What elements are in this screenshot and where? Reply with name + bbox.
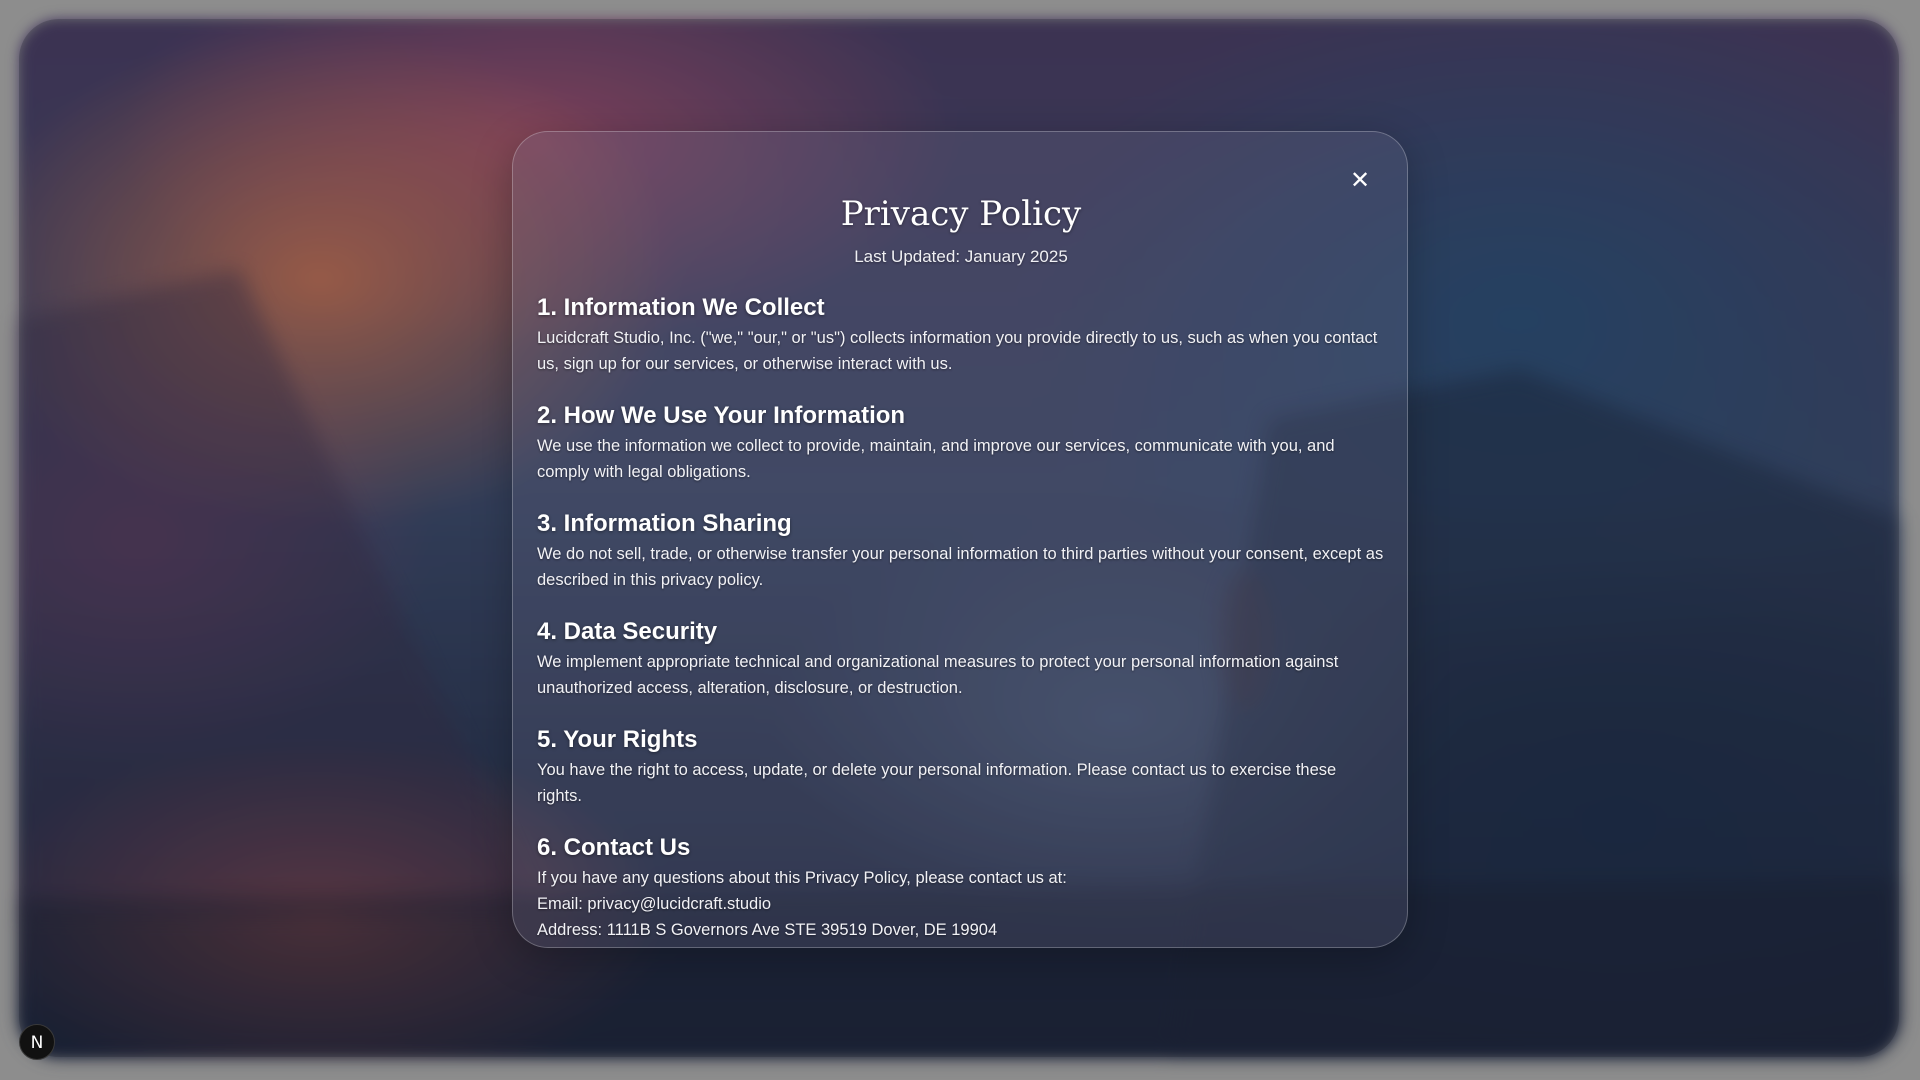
section-heading: 1. Information We Collect	[537, 294, 825, 321]
last-updated: Last Updated: January 2025	[854, 247, 1068, 266]
section-heading: 4. Data Security	[537, 618, 718, 645]
section-your-rights: 5. Your Rights You have the right to acc…	[537, 725, 1385, 809]
contact-address: Address: 1111B S Governors Ave STE 39519…	[537, 921, 998, 939]
section-information-we-collect: 1. Information We Collect Lucidcraft Stu…	[537, 293, 1385, 377]
section-contact-us: 6. Contact Us If you have any questions …	[537, 833, 1385, 943]
section-body: Lucidcraft Studio, Inc. ("we," "our," or…	[537, 329, 1378, 373]
section-heading: 5. Your Rights	[537, 726, 698, 753]
contact-email[interactable]: Email: privacy@lucidcraft.studio	[537, 891, 1385, 917]
section-body: You have the right to access, update, or…	[537, 761, 1337, 805]
page-title: Privacy Policy	[840, 194, 1082, 234]
section-body: We implement appropriate technical and o…	[537, 653, 1339, 697]
section-information-sharing: 3. Information Sharing We do not sell, t…	[537, 509, 1385, 593]
section-body: We use the information we collect to pro…	[537, 437, 1335, 481]
close-icon[interactable]: ✕	[1348, 168, 1372, 192]
section-heading: 3. Information Sharing	[537, 510, 792, 537]
dev-tools-badge[interactable]: N	[19, 1024, 55, 1060]
section-heading: 2. How We Use Your Information	[537, 402, 906, 429]
section-how-we-use: 2. How We Use Your Information We use th…	[537, 401, 1385, 485]
section-body: We do not sell, trade, or otherwise tran…	[537, 545, 1384, 589]
section-data-security: 4. Data Security We implement appropriat…	[537, 617, 1385, 701]
section-heading: 6. Contact Us	[537, 834, 691, 861]
section-body: If you have any questions about this Pri…	[537, 869, 1067, 887]
